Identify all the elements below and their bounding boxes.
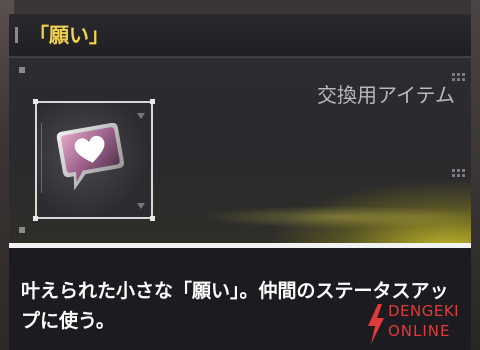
corner-marker [19, 227, 25, 233]
corner-marker [19, 67, 25, 73]
glow-effect [139, 177, 471, 237]
item-header: 「願い」 [9, 14, 471, 57]
divider [9, 57, 471, 58]
watermark-line2: ONLINE [388, 322, 451, 340]
item-art-area: 交換用アイテム [9, 57, 471, 243]
frame-side-detail [137, 113, 145, 209]
item-name: 「願い」 [29, 23, 109, 47]
header-accent-bar [15, 27, 18, 43]
watermark: DENGEKI ONLINE [366, 300, 480, 350]
decorative-dots [452, 169, 465, 177]
background-right [471, 0, 480, 350]
watermark-line1: DENGEKI [388, 302, 460, 320]
frame-corner [150, 99, 155, 104]
item-category: 交換用アイテム [317, 83, 455, 107]
frame-corner [33, 216, 38, 221]
frame-corner [33, 99, 38, 104]
frame-corner [150, 216, 155, 221]
item-icon-frame [33, 99, 155, 221]
lightning-bolt-icon [368, 304, 384, 344]
heart-speech-bubble-icon [56, 123, 125, 191]
frame-side-detail [41, 123, 50, 193]
